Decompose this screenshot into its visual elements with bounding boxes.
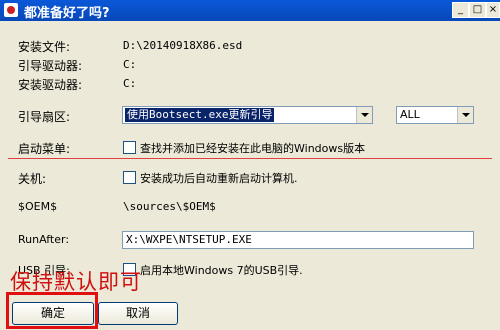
oem-value: \sources\$OEM$ — [123, 200, 216, 213]
boot-menu-label: 启动菜单: — [18, 142, 71, 156]
runafter-label: RunAfter: — [18, 233, 70, 246]
boot-menu-checkbox[interactable] — [123, 141, 136, 154]
boot-drive-label: 引导驱动器: — [18, 59, 83, 73]
boot-sector-select[interactable]: 使用Bootsect.exe更新引导 — [122, 106, 373, 124]
close-button[interactable]: × — [486, 2, 500, 18]
shutdown-label: 关机: — [18, 172, 47, 186]
maximize-button[interactable]: □ — [469, 2, 486, 18]
annotation-divider — [8, 158, 492, 159]
install-file-value: D:\20140918X86.esd — [123, 39, 243, 52]
minimize-button[interactable]: _ — [452, 2, 469, 18]
annotation-highlight-box — [6, 292, 98, 329]
boot-sector-label: 引导扇区: — [18, 110, 71, 124]
boot-sector-scope-select[interactable]: ALL — [396, 106, 474, 124]
shutdown-checkbox[interactable] — [123, 171, 136, 184]
chevron-down-icon[interactable] — [457, 107, 473, 123]
window-title: 都准备好了吗? — [24, 6, 110, 21]
install-drive-value: C: — [123, 77, 137, 90]
boot-drive-value: C: — [123, 58, 137, 71]
boot-sector-selected-value: 使用Bootsect.exe更新引导 — [125, 108, 275, 122]
runafter-input[interactable]: X:\WXPE\NTSETUP.EXE — [122, 231, 474, 249]
install-drive-label: 安装驱动器: — [18, 78, 83, 92]
app-icon — [4, 3, 18, 17]
boot-menu-option-label: 查找并添加已经安装在此电脑的Windows版本 — [140, 142, 366, 155]
usb-boot-option-label: 启用本地Windows 7的USB引导. — [140, 264, 303, 277]
boot-sector-scope-value: ALL — [400, 108, 420, 121]
chevron-down-icon[interactable] — [356, 107, 372, 123]
shutdown-option-label: 安装成功后自动重新启动计算机. — [140, 172, 298, 185]
oem-label: $OEM$ — [18, 200, 58, 213]
title-bar: 都准备好了吗? _ □ × — [0, 0, 500, 21]
cancel-button[interactable]: 取消 — [98, 302, 178, 325]
install-file-label: 安装文件: — [18, 40, 71, 54]
